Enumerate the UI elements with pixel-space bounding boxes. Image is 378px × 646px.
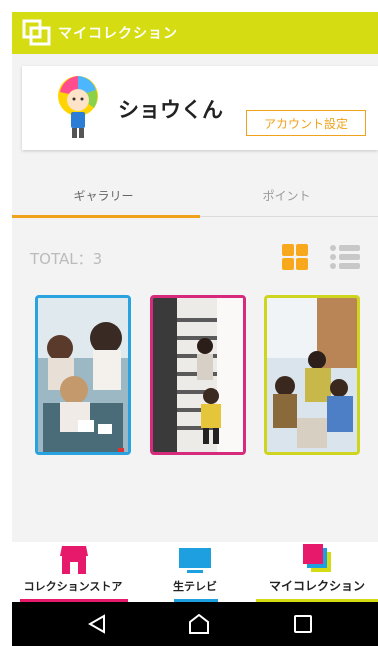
- tv-icon: [179, 548, 211, 573]
- username: ショウくん: [118, 98, 223, 122]
- bottom-navigation: コレクションストア 生テレビ マイコレクション: [12, 542, 378, 602]
- tab-gallery[interactable]: ギャラリー: [12, 182, 195, 216]
- nav-label: 生テレビ: [173, 580, 217, 593]
- nav-my-collection[interactable]: マイコレクション: [256, 542, 378, 602]
- photo-card[interactable]: [150, 295, 246, 455]
- total-count: TOTAL：3: [30, 250, 103, 268]
- active-tab-indicator: [12, 215, 200, 218]
- grid-view-icon[interactable]: [282, 244, 308, 270]
- nav-collection-store[interactable]: コレクションストア: [12, 542, 134, 602]
- profile-card: ショウくん アカウント設定: [22, 66, 378, 150]
- photo-card[interactable]: [264, 295, 360, 455]
- app-header: マイコレクション: [12, 12, 378, 54]
- photo-card[interactable]: [35, 295, 131, 455]
- tab-bar: ギャラリー ポイント: [12, 182, 378, 218]
- avatar[interactable]: [54, 74, 102, 146]
- tab-points[interactable]: ポイント: [195, 182, 378, 216]
- nav-label: コレクションストア: [23, 580, 123, 593]
- shop-icon: [60, 546, 88, 574]
- list-view-icon[interactable]: [330, 244, 360, 270]
- home-icon[interactable]: [188, 613, 210, 635]
- back-icon[interactable]: [88, 614, 106, 634]
- recents-icon[interactable]: [294, 615, 312, 633]
- nav-live-tv[interactable]: 生テレビ: [134, 542, 256, 602]
- account-settings-button[interactable]: アカウント設定: [246, 110, 366, 136]
- app-screen: マイコレクション ショウくん アカウント設定 ギャラリー ポイント TOTAL：…: [12, 12, 378, 646]
- nav-label: マイコレクション: [268, 579, 365, 593]
- system-navigation-bar: [12, 602, 378, 646]
- page-title: マイコレクション: [58, 26, 178, 42]
- collection-icon: [303, 544, 331, 572]
- collection-logo-icon: [22, 19, 52, 47]
